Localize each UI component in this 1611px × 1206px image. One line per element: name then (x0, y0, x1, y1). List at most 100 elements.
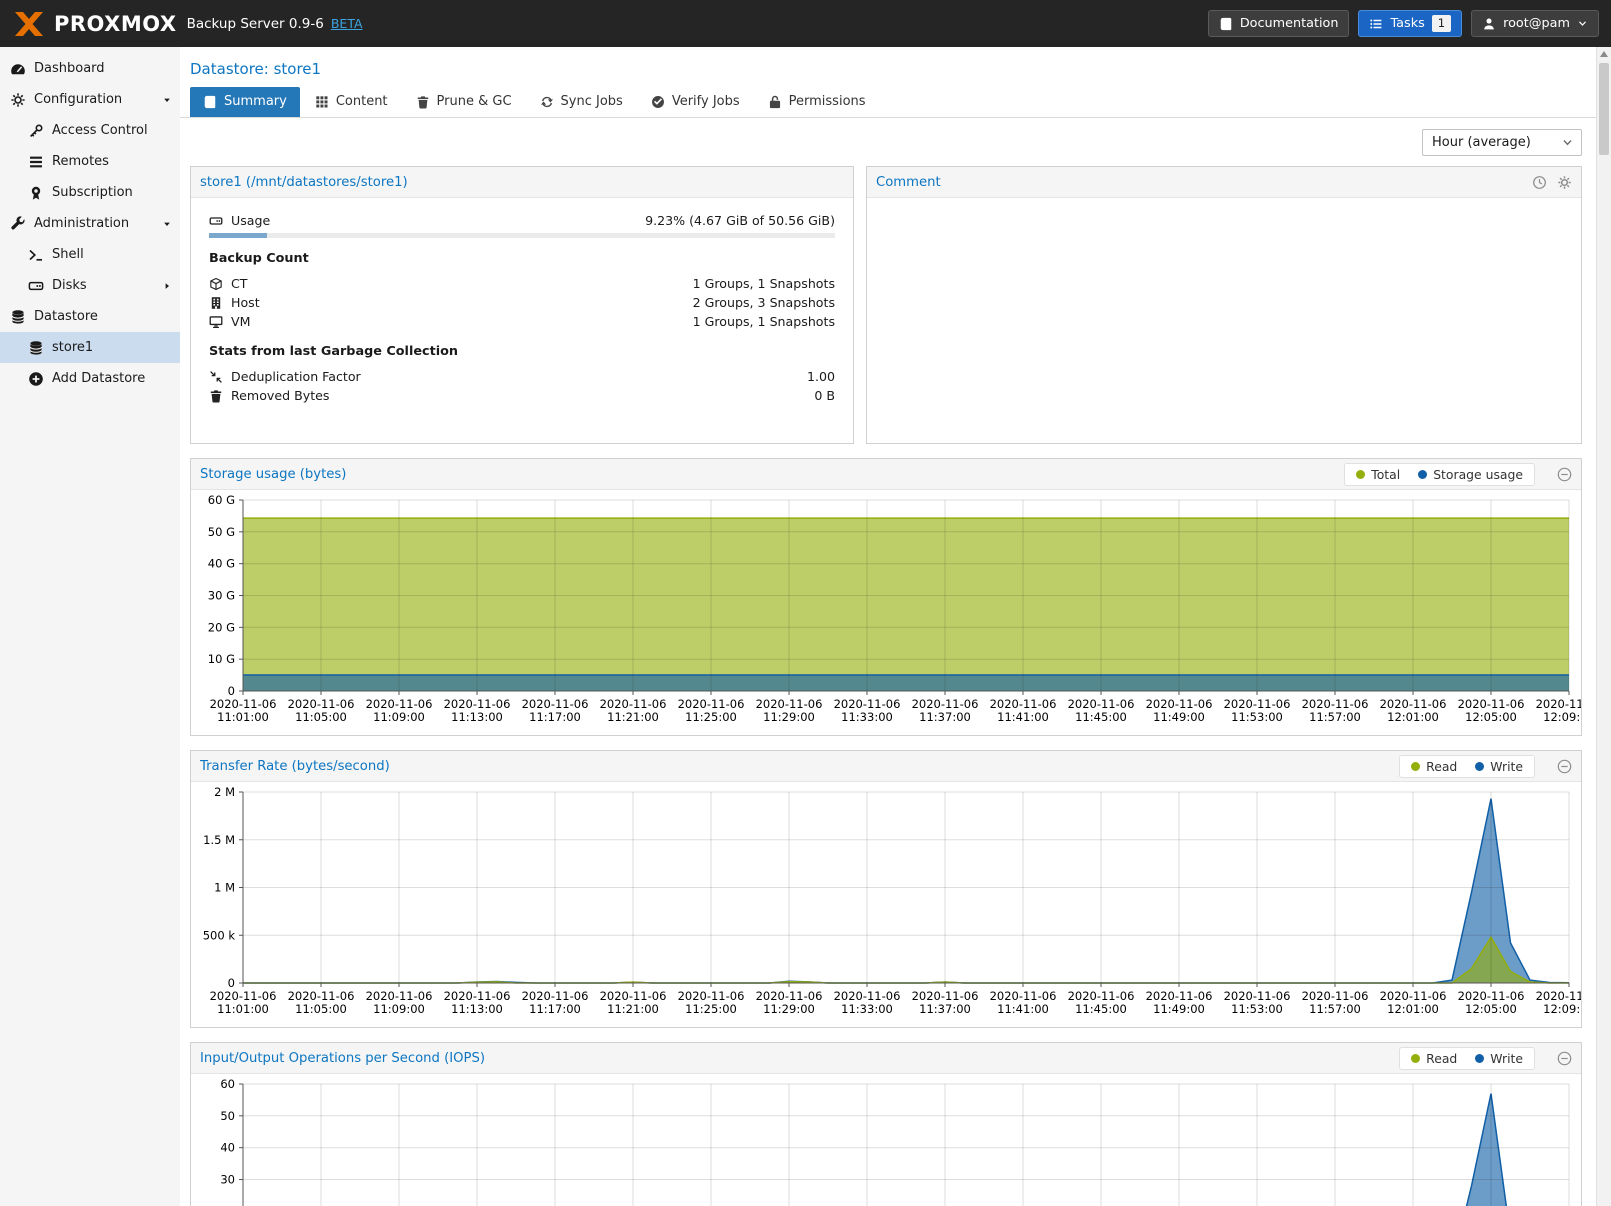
chevron-down-icon[interactable] (162, 95, 172, 105)
transfer-rate-panel: Transfer Rate (bytes/second) Read Write (190, 750, 1582, 1028)
tab-sync-jobs[interactable]: Sync Jobs (527, 87, 636, 117)
tab-content[interactable]: Content (302, 87, 401, 117)
sidebar-item-shell[interactable]: Shell (0, 239, 180, 270)
tab-prune-gc[interactable]: Prune & GC (403, 87, 525, 117)
svg-text:11:57:00: 11:57:00 (1309, 1002, 1361, 1016)
sidebar-item-datastore[interactable]: Datastore (0, 301, 180, 332)
legend-item-total[interactable]: Total (1356, 467, 1400, 482)
user-menu-button[interactable]: root@pam (1471, 10, 1599, 37)
user-label: root@pam (1503, 16, 1570, 31)
legend-label: Write (1490, 759, 1523, 774)
hdd-icon (209, 214, 223, 228)
tab-verify-jobs[interactable]: Verify Jobs (638, 87, 753, 117)
legend-item-write[interactable]: Write (1475, 759, 1523, 774)
vertical-scrollbar[interactable] (1596, 47, 1611, 1206)
book-icon (1219, 17, 1233, 31)
legend-item-write[interactable]: Write (1475, 1051, 1523, 1066)
svg-text:2020-11-06: 2020-11-06 (834, 989, 901, 1003)
header-buttons: Documentation Tasks 1 root@pam (1208, 10, 1599, 37)
sidebar-item-dashboard[interactable]: Dashboard (0, 53, 180, 84)
comment-panel: Comment (866, 166, 1582, 444)
ct-value: 1 Groups, 1 Snapshots (693, 276, 835, 291)
svg-text:2 M: 2 M (214, 785, 235, 799)
sidebar-item-subscription[interactable]: Subscription (0, 177, 180, 208)
legend: Total Storage usage (1344, 463, 1535, 486)
sidebar-item-label: Subscription (52, 185, 133, 200)
sidebar-item-label: Remotes (52, 154, 109, 169)
timeframe-select[interactable]: Hour (average) (1422, 129, 1582, 156)
svg-text:2020-11-06: 2020-11-06 (1380, 989, 1447, 1003)
sidebar: Dashboard Configuration Access Control R… (0, 47, 180, 1206)
tab-permissions[interactable]: Permissions (755, 87, 879, 117)
svg-text:2020-11-06: 2020-11-06 (1536, 697, 1581, 711)
svg-text:11:13:00: 11:13:00 (451, 1002, 503, 1016)
collapse-icon[interactable] (1557, 467, 1572, 482)
svg-text:2020-11-06: 2020-11-06 (990, 989, 1057, 1003)
sidebar-item-label: Dashboard (34, 61, 105, 76)
sidebar-item-configuration[interactable]: Configuration (0, 84, 180, 115)
sidebar-item-label: store1 (52, 340, 93, 355)
tasks-list-icon (1369, 17, 1383, 31)
tasks-badge: 1 (1432, 15, 1451, 32)
legend-label: Storage usage (1433, 467, 1523, 482)
usage-progress-fill (209, 233, 267, 238)
legend-item-read[interactable]: Read (1411, 759, 1457, 774)
sidebar-item-label: Configuration (34, 92, 122, 107)
sidebar-item-label: Datastore (34, 309, 98, 324)
svg-text:2020-11-06: 2020-11-06 (912, 989, 979, 1003)
beta-link[interactable]: BETA (331, 16, 363, 31)
svg-text:2020-11-06: 2020-11-06 (210, 989, 277, 1003)
sidebar-item-access-control[interactable]: Access Control (0, 115, 180, 146)
svg-text:11:41:00: 11:41:00 (997, 710, 1049, 724)
sidebar-item-administration[interactable]: Administration (0, 208, 180, 239)
tab-label: Content (336, 94, 388, 109)
svg-text:11:33:00: 11:33:00 (841, 710, 893, 724)
svg-text:2020-11-06: 2020-11-06 (1536, 989, 1581, 1003)
legend-item-read[interactable]: Read (1411, 1051, 1457, 1066)
svg-text:2020-11-06: 2020-11-06 (990, 697, 1057, 711)
svg-text:11:29:00: 11:29:00 (763, 1002, 815, 1016)
wrench-icon (10, 216, 26, 232)
comment-body (867, 198, 1581, 224)
legend-label: Read (1426, 1051, 1457, 1066)
sidebar-item-disks[interactable]: Disks (0, 270, 180, 301)
key-icon (28, 123, 44, 139)
sidebar-item-label: Disks (52, 278, 87, 293)
product-name: Backup Server 0.9-6 (187, 16, 324, 32)
chevron-right-icon[interactable] (162, 281, 172, 291)
tab-summary[interactable]: Summary (190, 87, 300, 117)
chevron-down-icon[interactable] (162, 219, 172, 229)
iops-panel: Input/Output Operations per Second (IOPS… (190, 1042, 1582, 1206)
scrollbar-thumb[interactable] (1599, 63, 1609, 155)
collapse-icon[interactable] (1557, 759, 1572, 774)
sidebar-item-store1[interactable]: store1 (0, 332, 180, 363)
svg-text:30: 30 (220, 1173, 235, 1187)
svg-text:2020-11-06: 2020-11-06 (1458, 697, 1525, 711)
svg-text:40: 40 (220, 1141, 235, 1155)
sidebar-item-remotes[interactable]: Remotes (0, 146, 180, 177)
documentation-button[interactable]: Documentation (1208, 10, 1350, 37)
tab-label: Summary (224, 94, 287, 109)
book-icon (203, 95, 217, 109)
check-circle-icon (651, 95, 665, 109)
clock-icon[interactable] (1532, 175, 1547, 190)
brand-name: PROXMOX (54, 12, 177, 36)
proxmox-logo: PROXMOX (12, 11, 177, 37)
collapse-icon[interactable] (1557, 1051, 1572, 1066)
sidebar-item-add-datastore[interactable]: Add Datastore (0, 363, 180, 394)
sidebar-item-label: Access Control (52, 123, 148, 138)
tab-label: Permissions (789, 94, 866, 109)
transfer-rate-chart: 0500 k1 M1.5 M2 M2020-11-0611:01:002020-… (191, 782, 1581, 1027)
scroll-up-button[interactable] (1600, 51, 1608, 57)
tasks-button[interactable]: Tasks 1 (1358, 10, 1462, 37)
svg-text:11:53:00: 11:53:00 (1231, 1002, 1283, 1016)
legend-item-storage-usage[interactable]: Storage usage (1418, 467, 1523, 482)
cube-icon (209, 277, 223, 291)
tab-label: Prune & GC (437, 94, 512, 109)
legend-label: Total (1371, 467, 1400, 482)
svg-text:11:09:00: 11:09:00 (373, 1002, 425, 1016)
host-value: 2 Groups, 3 Snapshots (693, 295, 835, 310)
removed-value: 0 B (814, 388, 835, 403)
svg-text:2020-11-06: 2020-11-06 (756, 697, 823, 711)
gear-icon[interactable] (1557, 175, 1572, 190)
